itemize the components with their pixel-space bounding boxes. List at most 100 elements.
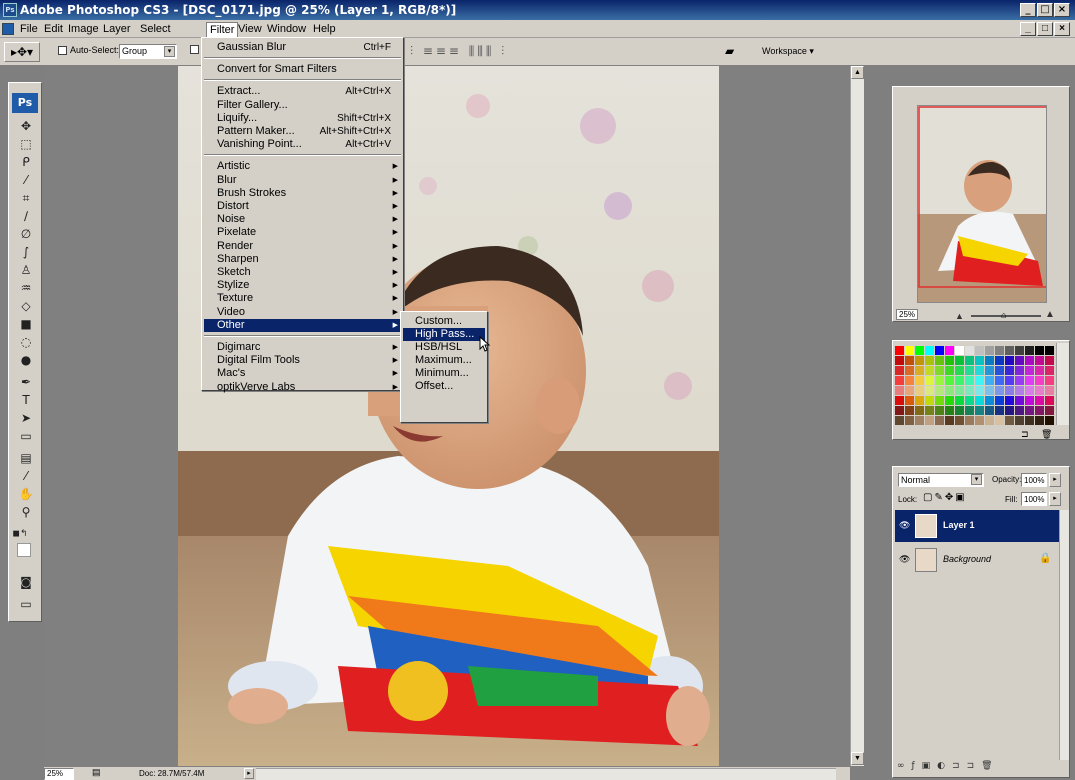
color-swatch[interactable] xyxy=(935,396,944,405)
color-swatch[interactable] xyxy=(925,366,934,375)
filter-menu-item[interactable]: Sharpen ▶ xyxy=(204,253,401,266)
color-swatch[interactable] xyxy=(965,386,974,395)
eraser-tool-icon[interactable]: ◇ xyxy=(18,297,34,315)
color-swatch[interactable] xyxy=(1015,416,1024,425)
filter-menu-item[interactable]: Digimarc ▶ xyxy=(204,341,401,354)
color-swatch[interactable] xyxy=(955,396,964,405)
menu-filter[interactable]: Filter xyxy=(206,22,239,38)
color-swatch[interactable] xyxy=(955,356,964,365)
history-brush-icon[interactable]: ♒ xyxy=(18,279,34,297)
filter-menu-item[interactable]: Sketch ▶ xyxy=(204,266,401,279)
color-swatch[interactable] xyxy=(1025,346,1034,355)
magic-wand-tool-icon[interactable]: ⁄ xyxy=(18,171,34,189)
color-swatch[interactable] xyxy=(1005,356,1014,365)
color-swatch[interactable] xyxy=(915,346,924,355)
menu-help[interactable]: Help xyxy=(310,22,339,36)
color-swatch[interactable] xyxy=(1035,416,1044,425)
color-swatch[interactable] xyxy=(895,366,904,375)
filter-menu-item[interactable]: Distort ▶ xyxy=(204,200,401,213)
color-swatch[interactable] xyxy=(965,366,974,375)
brush-tool-icon[interactable]: ∫ xyxy=(18,243,34,261)
type-tool-icon[interactable]: T xyxy=(18,391,34,409)
filter-menu-item[interactable]: Blur ▶ xyxy=(204,174,401,187)
color-swatch[interactable] xyxy=(995,406,1004,415)
color-swatch[interactable] xyxy=(995,396,1004,405)
swatches-scrollbar[interactable] xyxy=(1056,343,1069,425)
color-swatch[interactable] xyxy=(895,346,904,355)
screen-mode-icon[interactable]: ▭ xyxy=(18,595,34,613)
color-swatch[interactable] xyxy=(945,376,954,385)
color-swatch[interactable] xyxy=(915,386,924,395)
color-swatch[interactable] xyxy=(1045,376,1054,385)
color-swatch[interactable] xyxy=(935,386,944,395)
color-swatch[interactable] xyxy=(1025,356,1034,365)
color-swatch[interactable] xyxy=(905,386,914,395)
restore-button[interactable]: □ xyxy=(1037,3,1053,17)
color-swatch[interactable] xyxy=(895,406,904,415)
color-swatch[interactable] xyxy=(925,346,934,355)
color-swatch[interactable] xyxy=(945,346,954,355)
color-swatch[interactable] xyxy=(915,366,924,375)
filter-menu-item[interactable]: Artistic ▶ xyxy=(204,160,401,173)
new-swatch-icon[interactable]: ⊐ xyxy=(1021,429,1029,440)
color-swatch[interactable] xyxy=(1005,386,1014,395)
color-swatch[interactable] xyxy=(985,346,994,355)
color-swatch[interactable] xyxy=(995,346,1004,355)
other-submenu-item[interactable]: High Pass... xyxy=(403,328,485,341)
show-transform-checkbox[interactable] xyxy=(190,45,199,54)
align-distribute-icons[interactable]: ⫶ ≡≡≡ ⫼⫼⫼ ⫶ xyxy=(410,44,580,60)
color-swatch[interactable] xyxy=(955,366,964,375)
filter-menu-item[interactable]: Noise ▶ xyxy=(204,213,401,226)
color-swatch[interactable] xyxy=(985,376,994,385)
color-swatch[interactable] xyxy=(985,366,994,375)
menu-file[interactable]: File xyxy=(17,22,41,36)
doc-restore-button[interactable]: □ xyxy=(1037,22,1053,36)
color-swatch[interactable] xyxy=(945,356,954,365)
menu-view[interactable]: View xyxy=(235,22,265,36)
color-swatch[interactable] xyxy=(935,346,944,355)
menu-layer[interactable]: Layer xyxy=(100,22,134,36)
menu-select[interactable]: Select xyxy=(137,22,174,36)
color-swatch[interactable] xyxy=(995,386,1004,395)
color-swatch[interactable] xyxy=(905,356,914,365)
color-swatch[interactable] xyxy=(1025,376,1034,385)
color-swatch[interactable] xyxy=(965,406,974,415)
filter-menu-item[interactable]: Pattern Maker... Alt+Shift+Ctrl+X xyxy=(204,125,401,138)
zoom-in-icon[interactable]: ▲ xyxy=(1045,309,1055,320)
filter-menu-item[interactable]: Other ▶ xyxy=(204,318,401,332)
color-swatch[interactable] xyxy=(1005,416,1014,425)
color-swatch[interactable] xyxy=(965,376,974,385)
color-swatch[interactable] xyxy=(1045,406,1054,415)
filter-menu-item[interactable]: Gaussian Blur Ctrl+F xyxy=(204,41,401,54)
color-swatch[interactable] xyxy=(955,346,964,355)
color-swatch[interactable] xyxy=(995,416,1004,425)
menu-image[interactable]: Image xyxy=(65,22,102,36)
layer-row-background[interactable]: 👁 Background 🔒 xyxy=(895,544,1059,576)
bridge-icon[interactable]: ▰ xyxy=(725,44,743,60)
shape-tool-icon[interactable]: ▭ xyxy=(18,427,34,445)
color-swatch[interactable] xyxy=(1025,396,1034,405)
color-swatch[interactable] xyxy=(945,406,954,415)
color-swatch[interactable] xyxy=(915,396,924,405)
workspace-button[interactable]: Workspace ▾ xyxy=(762,46,814,57)
color-swatch[interactable] xyxy=(905,376,914,385)
color-swatch[interactable] xyxy=(1045,366,1054,375)
color-swatch[interactable] xyxy=(955,376,964,385)
zoom-out-icon[interactable]: ▲ xyxy=(955,311,964,321)
color-swatch[interactable] xyxy=(895,396,904,405)
other-submenu-item[interactable]: HSB/HSL xyxy=(403,341,485,354)
zoom-tool-icon[interactable]: ⚲ xyxy=(18,503,34,521)
crop-tool-icon[interactable]: ⌗ xyxy=(18,189,34,207)
color-swatch[interactable] xyxy=(935,366,944,375)
filter-menu-item[interactable]: Render ▶ xyxy=(204,240,401,253)
navigator-thumbnail[interactable] xyxy=(917,105,1047,303)
other-submenu-item[interactable]: Minimum... xyxy=(403,367,485,380)
color-swatch[interactable] xyxy=(895,386,904,395)
color-swatch[interactable] xyxy=(945,366,954,375)
color-swatch[interactable] xyxy=(905,346,914,355)
color-swatch[interactable] xyxy=(905,396,914,405)
color-swatch[interactable] xyxy=(975,376,984,385)
swatch-grid[interactable] xyxy=(895,346,1055,434)
blur-tool-icon[interactable]: ◌ xyxy=(18,333,34,351)
dodge-tool-icon[interactable]: ● xyxy=(18,351,34,369)
